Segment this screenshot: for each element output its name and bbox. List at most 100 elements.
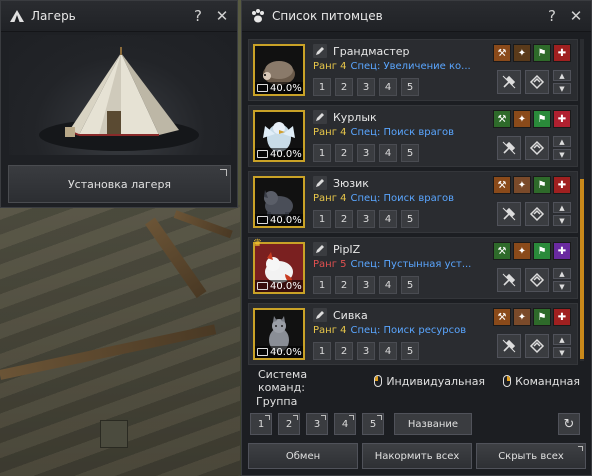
pet-command-hammer-icon[interactable] <box>497 136 521 160</box>
pet-slot-button[interactable]: 4 <box>379 342 397 360</box>
food-icon <box>257 84 268 92</box>
move-down-icon[interactable]: ▼ <box>553 83 571 94</box>
hunger-badge: 40.0% <box>255 148 303 160</box>
feed-all-button[interactable]: Накормить всех <box>362 443 472 469</box>
pet-command-hammer-icon[interactable] <box>497 70 521 94</box>
pet-summon-icon[interactable] <box>525 268 549 292</box>
pet-actions: ▲ ▼ <box>497 202 571 226</box>
help-button[interactable]: ? <box>543 7 561 25</box>
pet-slot-button[interactable]: 1 <box>313 144 331 162</box>
pet-portrait[interactable]: 40.0% <box>253 308 305 360</box>
pet-slot-button[interactable]: 5 <box>401 144 419 162</box>
pet-row[interactable]: 40.0% Грандмастер Ранг 4 Спец: Увеличение… <box>248 39 578 101</box>
exchange-button[interactable]: Обмен <box>248 443 358 469</box>
group-name-button[interactable]: Название <box>394 413 472 435</box>
pet-command-hammer-icon[interactable] <box>497 334 521 358</box>
camp-titlebar[interactable]: Лагерь ? ✕ <box>1 1 237 32</box>
pet-actions: ▲ ▼ <box>497 136 571 160</box>
pet-skill-icon: ✚ <box>553 110 571 128</box>
pet-slot-button[interactable]: 2 <box>335 342 353 360</box>
pet-skill-icon: ⚒ <box>493 44 511 62</box>
pet-skill-icon: ✦ <box>513 110 531 128</box>
close-button[interactable]: ✕ <box>567 7 585 25</box>
pet-summon-icon[interactable] <box>525 334 549 358</box>
pet-skill-icon: ⚑ <box>533 176 551 194</box>
pet-row[interactable]: ♛ 40.0% PipIZ Ранг 5 Спец: Пустынная уст.… <box>248 237 578 299</box>
pet-row[interactable]: 40.0% Зюзик Ранг 4 Спец: Поиск врагов 123… <box>248 171 578 233</box>
pet-slot-button[interactable]: 1 <box>313 78 331 96</box>
pet-slot-button[interactable]: 2 <box>335 78 353 96</box>
group-slot-button[interactable]: 4 <box>334 413 356 435</box>
rename-pencil-icon[interactable] <box>313 176 327 190</box>
rename-pencil-icon[interactable] <box>313 242 327 256</box>
pet-slot-button[interactable]: 4 <box>379 78 397 96</box>
help-button[interactable]: ? <box>189 7 207 25</box>
pet-summon-icon[interactable] <box>525 202 549 226</box>
pet-skills: ⚒ ✦ ⚑ ✚ <box>493 242 571 260</box>
move-down-icon[interactable]: ▼ <box>553 215 571 226</box>
pet-slot-button[interactable]: 1 <box>313 210 331 228</box>
hide-all-button[interactable]: Скрыть всех <box>476 443 586 469</box>
pet-summon-icon[interactable] <box>525 70 549 94</box>
pet-slot-button[interactable]: 3 <box>357 144 375 162</box>
pet-slot-button[interactable]: 3 <box>357 342 375 360</box>
install-camp-label: Установка лагеря <box>67 177 172 191</box>
pet-row[interactable]: 40.0% Сивка Ранг 4 Спец: Поиск ресурсов 1… <box>248 303 578 365</box>
pet-slot-button[interactable]: 3 <box>357 276 375 294</box>
pet-summon-icon[interactable] <box>525 136 549 160</box>
pet-info: Ранг 4 Спец: Увеличение ко... <box>313 61 473 72</box>
move-up-icon[interactable]: ▲ <box>553 70 571 81</box>
move-up-icon[interactable]: ▲ <box>553 334 571 345</box>
pet-list-scrollbar[interactable] <box>580 39 584 361</box>
group-slot-button[interactable]: 3 <box>306 413 328 435</box>
pet-slot-button[interactable]: 2 <box>335 276 353 294</box>
pet-portrait[interactable]: ♛ 40.0% <box>253 238 305 294</box>
pet-slot-button[interactable]: 5 <box>401 342 419 360</box>
pet-name-row: Курлык <box>313 110 377 124</box>
expand-corner-icon <box>220 169 227 176</box>
pet-slot-button[interactable]: 1 <box>313 276 331 294</box>
corner-icon <box>349 415 354 420</box>
move-down-icon[interactable]: ▼ <box>553 347 571 358</box>
group-slot-button[interactable]: 1 <box>250 413 272 435</box>
pet-slot-button[interactable]: 4 <box>379 276 397 294</box>
pet-slot-button[interactable]: 3 <box>357 210 375 228</box>
pet-slot-button[interactable]: 4 <box>379 144 397 162</box>
individual-command-option[interactable]: Индивидуальная <box>374 375 485 388</box>
pet-slot-button[interactable]: 2 <box>335 144 353 162</box>
pet-slot-buttons: 12345 <box>313 144 419 162</box>
pet-command-hammer-icon[interactable] <box>497 202 521 226</box>
pet-row[interactable]: 40.0% Курлык Ранг 4 Спец: Поиск врагов 12… <box>248 105 578 167</box>
rename-pencil-icon[interactable] <box>313 308 327 322</box>
rename-pencil-icon[interactable] <box>313 110 327 124</box>
install-camp-button[interactable]: Установка лагеря <box>8 165 231 203</box>
pet-list-titlebar[interactable]: Список питомцев ? ✕ <box>242 1 591 32</box>
group-slot-button[interactable]: 2 <box>278 413 300 435</box>
group-slot-label: 4 <box>341 418 349 430</box>
pet-portrait[interactable]: 40.0% <box>253 44 305 96</box>
pet-slot-button[interactable]: 2 <box>335 210 353 228</box>
pet-portrait[interactable]: 40.0% <box>253 176 305 228</box>
move-down-icon[interactable]: ▼ <box>553 149 571 160</box>
pet-portrait[interactable]: 40.0% <box>253 110 305 162</box>
rename-pencil-icon[interactable] <box>313 44 327 58</box>
pet-slot-buttons: 12345 <box>313 78 419 96</box>
pet-slot-button[interactable]: 3 <box>357 78 375 96</box>
move-up-icon[interactable]: ▲ <box>553 268 571 279</box>
refresh-icon[interactable]: ↻ <box>558 413 580 435</box>
move-up-icon[interactable]: ▲ <box>553 136 571 147</box>
pet-slot-button[interactable]: 4 <box>379 210 397 228</box>
close-button[interactable]: ✕ <box>213 7 231 25</box>
food-icon <box>257 348 268 356</box>
team-command-option[interactable]: Командная <box>503 375 580 388</box>
pet-slot-button[interactable]: 1 <box>313 342 331 360</box>
pet-slot-button[interactable]: 5 <box>401 276 419 294</box>
pet-command-hammer-icon[interactable] <box>497 268 521 292</box>
pet-slot-button[interactable]: 5 <box>401 210 419 228</box>
pet-skill-icon: ⚑ <box>533 242 551 260</box>
pet-slot-button[interactable]: 5 <box>401 78 419 96</box>
move-up-icon[interactable]: ▲ <box>553 202 571 213</box>
move-down-icon[interactable]: ▼ <box>553 281 571 292</box>
group-slot-button[interactable]: 5 <box>362 413 384 435</box>
scrollbar-thumb[interactable] <box>580 179 584 359</box>
